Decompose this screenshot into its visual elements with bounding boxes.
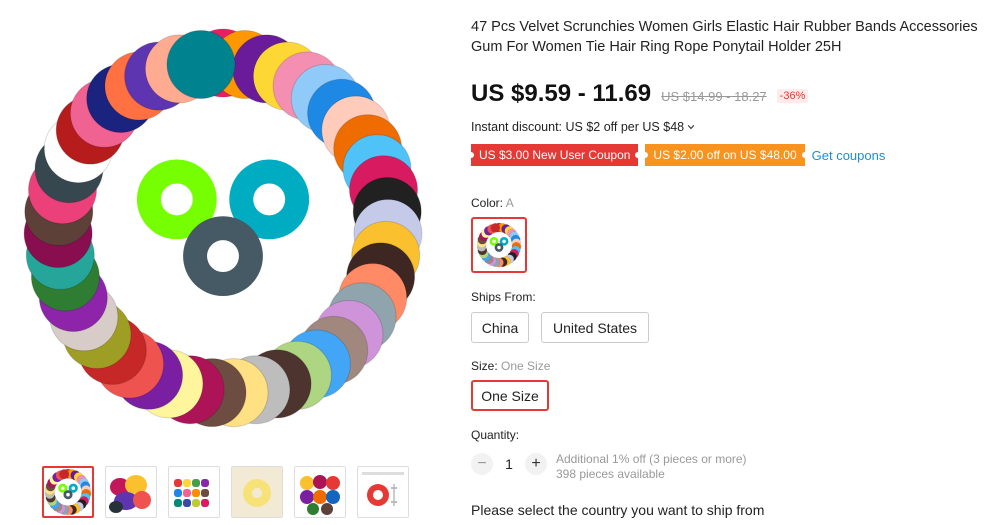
color-option-a[interactable]	[471, 217, 527, 273]
thumbnail-3[interactable]	[168, 466, 220, 518]
scrunchie-shape	[490, 223, 501, 233]
size-selected-value: One Size	[501, 359, 551, 373]
instant-discount-text: Instant discount: US $2 off per US $48	[471, 120, 685, 134]
thumb-ring-image	[44, 468, 92, 516]
color-label: Color: A	[471, 196, 514, 210]
coupon-row: US $3.00 New User Coupon US $2.00 off on…	[471, 144, 885, 166]
new-user-coupon[interactable]: US $3.00 New User Coupon	[471, 144, 639, 166]
scrunchie-shape	[59, 469, 70, 480]
stock-available: 398 pieces available	[556, 467, 665, 481]
color-selected-value: A	[505, 196, 514, 210]
bulk-discount-note: Additional 1% off (3 pieces or more)	[556, 452, 747, 466]
thumbnail-4[interactable]	[231, 466, 283, 518]
thumb-grid-image	[300, 475, 340, 515]
thumbnail-6[interactable]	[357, 466, 409, 518]
size-option-one-size[interactable]: One Size	[471, 380, 549, 411]
color-label-text: Color:	[471, 196, 504, 210]
scrunchie-shape	[166, 30, 236, 99]
quantity-increase-button[interactable]: +	[525, 453, 547, 475]
instant-discount[interactable]: Instant discount: US $2 off per US $48	[471, 120, 695, 134]
scrunchie-hole	[160, 183, 193, 216]
size-label: Size: One Size	[471, 359, 550, 373]
get-coupons-link[interactable]: Get coupons	[812, 148, 886, 163]
scrunchie-hole	[66, 492, 70, 497]
current-price: US $9.59 - 11.69	[471, 80, 652, 107]
product-info-panel: 47 Pcs Velvet Scrunchies Women Girls Ela…	[471, 0, 1000, 525]
thumbnail-strip	[42, 466, 409, 518]
product-title: 47 Pcs Velvet Scrunchies Women Girls Ela…	[471, 19, 978, 55]
original-price: US $14.99 - 18.27	[661, 89, 767, 104]
thumbnail-5[interactable]	[294, 466, 346, 518]
quantity-label: Quantity:	[471, 428, 520, 442]
price-row: US $9.59 - 11.69 US $14.99 - 18.27 -36%	[471, 80, 809, 108]
discount-badge: -36%	[776, 89, 809, 103]
main-product-image[interactable]	[18, 28, 428, 438]
scrunchie-hole	[502, 239, 506, 244]
scrunchie-hole	[497, 245, 501, 250]
threshold-coupon[interactable]: US $2.00 off on US $48.00	[645, 144, 805, 166]
thumb-rows-image	[174, 479, 209, 507]
quantity-value[interactable]: 1	[493, 456, 525, 472]
product-gallery	[0, 0, 440, 525]
color-swatch-image	[476, 222, 522, 268]
thumb-size-chart-image	[362, 472, 404, 506]
ship-country-note: Please select the country you want to sh…	[471, 502, 765, 518]
thumbnail-2[interactable]	[105, 466, 157, 518]
size-label-text: Size:	[471, 359, 498, 373]
thumbnail-1[interactable]	[42, 466, 94, 518]
scrunchie-hole	[71, 486, 76, 490]
scrunchie-hole	[253, 183, 286, 216]
thumb-single-image	[232, 467, 282, 517]
thumb-pile-image	[109, 475, 151, 513]
quantity-note: Additional 1% off (3 pieces or more) 398…	[556, 452, 747, 482]
scrunchies-ring-image	[23, 28, 423, 428]
quantity-decrease-button[interactable]: −	[471, 453, 493, 475]
ship-option-united-states[interactable]: United States	[541, 312, 649, 343]
quantity-stepper: − 1 +	[471, 453, 547, 475]
ships-from-label: Ships From:	[471, 290, 536, 304]
chevron-down-icon	[687, 125, 695, 130]
ship-option-china[interactable]: China	[471, 312, 529, 343]
scrunchie-hole	[207, 240, 239, 273]
scrunchie-hole	[60, 486, 65, 490]
scrunchie-hole	[492, 239, 496, 244]
